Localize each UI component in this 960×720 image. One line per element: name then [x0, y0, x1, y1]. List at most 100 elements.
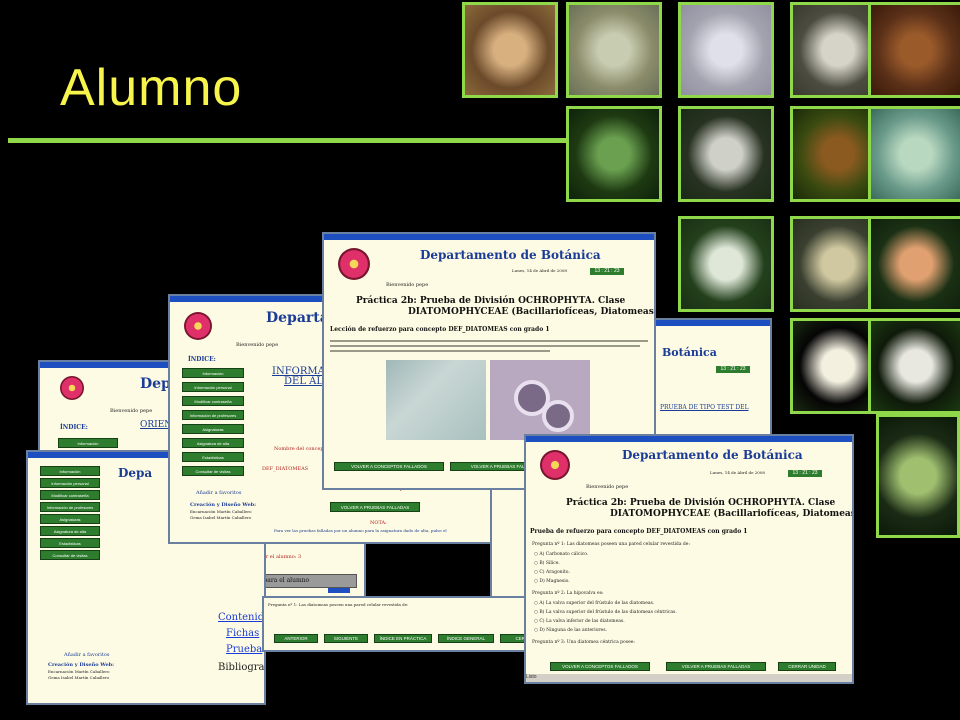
contents-link[interactable]: Contenido: [218, 612, 264, 623]
back-tests-button[interactable]: VOLVER A PRUEBAS FALLADAS: [330, 502, 420, 512]
index-label: ÍNDICE:: [188, 356, 216, 363]
nav-button-2[interactable]: Información personal: [40, 478, 100, 488]
thumbnail-straw-sample: [462, 2, 558, 98]
nav-button-3[interactable]: Modificar contraseña: [182, 396, 244, 406]
lesson-title: Lección de refuerzo para concepto DEF_DI…: [330, 326, 550, 333]
previous-button[interactable]: ANTERIOR: [274, 634, 318, 643]
practice-title-2: DIATOMOPHYCEAE (Bacillariofíceas, Diatom…: [610, 509, 854, 519]
practice-title-1: Práctica 2b: Prueba de División OCHROPHY…: [356, 296, 626, 306]
credits-name-1: Encarnación Martín Caballero: [48, 669, 110, 674]
time-box: 13 : 21 : 23: [788, 470, 822, 477]
credits-title: Creación y Diseño Web:: [190, 502, 257, 508]
info-text: Para ver las pruebas falladas por un alu…: [274, 528, 447, 533]
credits-title: Creación y Diseño Web:: [48, 662, 115, 668]
test-title: Prueba de refuerzo para concepto DEF_DIA…: [530, 528, 748, 535]
welcome-text: Bienvenido pepe: [236, 342, 279, 348]
notes-scroll[interactable]: [328, 588, 350, 593]
welcome-text: Bienvenido pepe: [386, 282, 429, 288]
text-line: [330, 340, 648, 342]
nav-button-3[interactable]: Modificar contraseña: [40, 490, 100, 500]
dept-title-small: Depa: [118, 466, 153, 480]
nav-button-2[interactable]: Información personal: [182, 382, 244, 392]
practice-title-1: Práctica 2b: Prueba de División OCHROPHY…: [566, 498, 836, 508]
thumbnail-pine-cone: [868, 216, 960, 312]
welcome-text: Bienvenido pepe: [110, 408, 153, 414]
dept-title: Botánica: [662, 346, 717, 359]
time-box: 13 : 21 : 23: [716, 366, 750, 373]
nav-button-6[interactable]: Asignatura de alta: [40, 526, 100, 536]
diatom-micrograph-1: [386, 360, 486, 440]
flower-logo: [540, 450, 570, 480]
concept-value: DEF_DIATOMEAS: [262, 466, 309, 472]
nav-button-1[interactable]: Información: [182, 368, 244, 378]
thumbnail-green-algae: [868, 106, 960, 202]
diatom-micrograph-2: [490, 360, 590, 440]
thumbnail-diatom-drawing: [566, 2, 662, 98]
dept-title: Departamento de Botánica: [622, 448, 803, 462]
close-unit-button[interactable]: CERRAR UNIDAD: [778, 662, 836, 671]
question-1-option-2[interactable]: ○ B) Sílice.: [534, 561, 560, 566]
prueba-link[interactable]: Prueba: [226, 644, 262, 655]
nav-button-8[interactable]: Consultar de visitas: [40, 550, 100, 560]
thumbnail-brown-soil: [868, 2, 960, 98]
status-text: Listo: [526, 674, 537, 680]
flower-logo: [184, 312, 212, 340]
fichas-link[interactable]: Fichas: [226, 628, 259, 639]
question-1-option-1[interactable]: ○ A) Carbonato cálcico.: [534, 552, 588, 557]
back-concepts-button[interactable]: VOLVER A CONCEPTOS FALLADOS: [334, 462, 444, 471]
nota-label: NOTA:: [370, 520, 387, 526]
nav-button-7[interactable]: Estadísticas: [182, 452, 244, 462]
thumbnail-ginkgo-leaves: [876, 414, 960, 538]
slide-title: Alumno: [60, 59, 243, 117]
question-2-option-2[interactable]: ○ B) La valva superior del frústulo de l…: [534, 610, 677, 615]
next-button[interactable]: SIGUIENTE: [324, 634, 368, 643]
welcome-text: Bienvenido pepe: [586, 484, 629, 490]
back-concepts-button[interactable]: VOLVER A CONCEPTOS FALLADOS: [550, 662, 650, 671]
time-box: 13 : 21 : 23: [590, 268, 624, 275]
question-2-option-4[interactable]: ○ D) Ninguna de las anteriores.: [534, 628, 607, 633]
status-bar: Listo: [526, 674, 852, 682]
text-line: [330, 350, 550, 352]
thumbnail-grass-stems: [566, 106, 662, 202]
thumbnail-white-lichen: [678, 216, 774, 312]
question-1-option-3[interactable]: ○ C) Aragonito.: [534, 570, 570, 575]
nav-button-1[interactable]: Información: [58, 438, 118, 448]
question-1: Pregunta nº 1: Las diatomeas poseen una …: [532, 542, 690, 547]
nav-button-4[interactable]: Información de profesores: [182, 410, 244, 420]
nav-button-8[interactable]: Consultar de visitas: [182, 466, 244, 476]
thumbnail-white-flowers: [868, 318, 960, 414]
window-test-nav: Pregunta nº 1: Las diatomeas poseen una …: [262, 596, 562, 652]
nav-button-5[interactable]: Asignaturas: [40, 514, 100, 524]
title-underline: [8, 138, 583, 143]
text-line: [330, 345, 640, 347]
flower-logo: [60, 376, 84, 400]
credits-name-2: Gema Isabel Martín Caballero: [190, 515, 252, 520]
date-text: Lunes, 14 de Abril de 2008: [512, 268, 567, 273]
window-test: Departamento de Botánica Lunes, 14 de Ab…: [524, 434, 854, 684]
favorites-link[interactable]: Añadir a favoritos: [64, 652, 109, 658]
question-2-option-3[interactable]: ○ C) La valva inferior de las diatomeas.: [534, 619, 625, 624]
window-titlebar: [526, 436, 852, 442]
practice-index-button[interactable]: ÍNDICE EN PRÁCTICA: [374, 634, 432, 643]
credits-name-1: Encarnación Martín Caballero: [190, 509, 252, 514]
thumbnail-oyster-mushrooms: [678, 106, 774, 202]
question-1-option-4[interactable]: ○ D) Magnesio.: [534, 579, 570, 584]
general-index-button[interactable]: ÍNDICE GENERAL: [438, 634, 494, 643]
dept-title: Departamento de Botánica: [420, 248, 601, 262]
thumbnail-pollen-grain: [678, 2, 774, 98]
nav-button-6[interactable]: Asignatura de alta: [182, 438, 244, 448]
nav-button-4[interactable]: Información de profesores: [40, 502, 100, 512]
credits-name-2: Gema Isabel Martín Caballero: [48, 675, 110, 680]
question-2: Pregunta nº 2: La hipovalva es:: [532, 591, 604, 596]
nav-button-5[interactable]: Asignaturas: [182, 424, 244, 434]
index-label: ÍNDICE:: [60, 424, 88, 431]
question-2-option-1[interactable]: ○ A) La valva superior del frústulo de l…: [534, 601, 654, 606]
question-3: Pregunta nº 3: Una diatomea céntrica pos…: [532, 640, 635, 645]
back-tests-button[interactable]: VOLVER A PRUEBAS FALLADAS: [666, 662, 766, 671]
window-titlebar: [324, 234, 654, 240]
nav-button-1[interactable]: Información: [40, 466, 100, 476]
practice-title-2: DIATOMOPHYCEAE (Bacillariofíceas, Diatom…: [408, 307, 656, 317]
question-text: Pregunta nº 1: Las diatomeas poseen una …: [268, 602, 409, 607]
nav-button-7[interactable]: Estadísticas: [40, 538, 100, 548]
favorites-link[interactable]: Añadir a favoritos: [196, 490, 241, 496]
